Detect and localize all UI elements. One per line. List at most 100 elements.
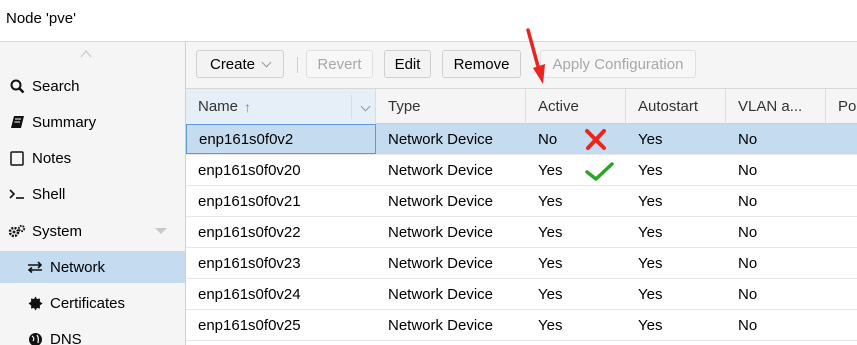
sidebar-item-notes[interactable]: Notes <box>0 142 185 174</box>
search-icon <box>6 79 28 94</box>
cell-autostart: Yes <box>638 192 663 210</box>
sidebar-item-label: Summary <box>32 113 97 131</box>
cell-type: Network Device <box>388 223 494 241</box>
cell-active: Yes <box>538 254 563 272</box>
column-header-type[interactable]: Type <box>376 89 526 124</box>
toolbar-separator <box>297 57 298 73</box>
cell-vlan: No <box>738 192 758 210</box>
table-row[interactable]: enp161s0f0v25 Network Device Yes Yes No <box>186 310 857 341</box>
cell-active: No <box>538 130 558 148</box>
cell-active: Yes <box>538 285 563 303</box>
sidebar-item-dns[interactable]: DNS <box>0 323 185 345</box>
sidebar-item-search[interactable]: Search <box>0 70 185 102</box>
apply-label: Apply Configuration <box>552 55 684 73</box>
sidebar-item-label: Network <box>50 258 106 276</box>
grid-header: Name ↑ Type Active Autostart VLAN a... P… <box>186 88 857 124</box>
table-row[interactable]: enp161s0f0v24 Network Device Yes Yes No <box>186 279 857 310</box>
cell-type: Network Device <box>388 161 494 179</box>
create-button[interactable]: Create <box>196 50 284 78</box>
cell-vlan: No <box>738 223 758 241</box>
cell-vlan: No <box>738 161 758 179</box>
book-icon <box>6 115 28 129</box>
cell-autostart: Yes <box>638 316 663 334</box>
table-row[interactable]: enp161s0f0v22 Network Device Yes Yes No <box>186 217 857 248</box>
cell-active: Yes <box>538 316 563 334</box>
cell-active: Yes <box>538 223 563 241</box>
apply-configuration-button[interactable]: Apply Configuration <box>540 50 696 78</box>
cell-name: enp161s0f0v24 <box>198 285 301 303</box>
cell-active: Yes <box>538 192 563 210</box>
sidebar-item-label: Certificates <box>50 294 126 312</box>
remove-button[interactable]: Remove <box>442 50 521 78</box>
table-row[interactable]: enp161s0f0v23 Network Device Yes Yes No <box>186 248 857 279</box>
chevron-down-icon <box>261 57 272 67</box>
cell-name: enp161s0f0v2 <box>186 124 376 154</box>
column-header-autostart[interactable]: Autostart <box>626 89 726 124</box>
cell-name: enp161s0f0v25 <box>198 316 301 334</box>
cell-type: Network Device <box>388 316 494 334</box>
gears-icon <box>6 224 28 239</box>
create-label: Create <box>209 55 256 73</box>
sidebar-item-label: Notes <box>32 149 72 167</box>
edit-label: Edit <box>394 55 421 73</box>
cell-vlan: No <box>738 254 758 272</box>
cell-name: enp161s0f0v23 <box>198 254 301 272</box>
cell-autostart: Yes <box>638 161 663 179</box>
cell-vlan: No <box>738 130 758 148</box>
cell-vlan: No <box>738 285 758 303</box>
remove-label: Remove <box>453 55 510 73</box>
sidebar-item-network[interactable]: Network <box>0 251 185 283</box>
cell-name: enp161s0f0v22 <box>198 223 301 241</box>
column-title: Po <box>838 98 857 115</box>
cell-type: Network Device <box>388 254 494 272</box>
sidebar-item-summary[interactable]: Summary <box>0 106 185 138</box>
cell-active: Yes <box>538 161 563 179</box>
column-title: VLAN a... <box>738 98 803 115</box>
revert-button[interactable]: Revert <box>306 50 373 78</box>
column-menu-icon[interactable] <box>360 101 371 112</box>
sidebar-item-label: Search <box>32 77 80 95</box>
column-header-ports[interactable]: Po <box>826 89 857 124</box>
cell-type: Network Device <box>388 130 494 148</box>
cell-vlan: No <box>738 316 758 334</box>
column-header-vlan[interactable]: VLAN a... <box>726 89 826 124</box>
network-panel: Create Revert Edit Remove Apply Configur… <box>186 42 857 345</box>
sort-ascending-icon: ↑ <box>244 98 252 115</box>
table-row[interactable]: enp161s0f0v2 Network Device No Yes No <box>186 124 857 155</box>
table-row[interactable]: enp161s0f0v20 Network Device Yes Yes No <box>186 155 857 186</box>
sidebar-item-certificates[interactable]: Certificates <box>0 287 185 319</box>
column-header-name[interactable]: Name ↑ <box>186 89 376 124</box>
revert-label: Revert <box>317 55 362 73</box>
sidebar: Search Summary Notes Shell System Networ… <box>0 42 186 345</box>
terminal-icon <box>6 188 28 200</box>
cell-autostart: Yes <box>638 254 663 272</box>
exchange-icon <box>24 261 46 273</box>
globe-icon <box>24 332 46 345</box>
toolbar: Create Revert Edit Remove Apply Configur… <box>186 42 857 88</box>
cell-name: enp161s0f0v20 <box>198 161 301 179</box>
cell-autostart: Yes <box>638 285 663 303</box>
table-row[interactable]: enp161s0f0v21 Network Device Yes Yes No <box>186 186 857 217</box>
cell-name: enp161s0f0v21 <box>198 192 301 210</box>
cell-type: Network Device <box>388 285 494 303</box>
sidebar-item-shell[interactable]: Shell <box>0 178 185 210</box>
sidebar-item-system[interactable]: System <box>0 215 185 247</box>
header-divider <box>351 95 352 119</box>
sidebar-item-label: DNS <box>50 330 82 345</box>
cell-autostart: Yes <box>638 130 663 148</box>
node-title: Node 'pve' <box>6 10 76 27</box>
cell-autostart: Yes <box>638 223 663 241</box>
notes-icon <box>6 150 28 166</box>
column-title: Active <box>538 98 579 115</box>
column-header-active[interactable]: Active <box>526 89 626 124</box>
scroll-up-icon[interactable] <box>80 48 92 60</box>
sidebar-item-label: Shell <box>32 185 66 203</box>
node-header: Node 'pve' <box>0 0 857 42</box>
cell-type: Network Device <box>388 192 494 210</box>
column-title: Name <box>198 98 239 115</box>
column-title: Autostart <box>638 98 699 115</box>
chevron-down-icon[interactable] <box>155 228 167 234</box>
edit-button[interactable]: Edit <box>384 50 431 78</box>
sidebar-item-label: System <box>32 222 83 240</box>
certificate-icon <box>24 296 46 311</box>
